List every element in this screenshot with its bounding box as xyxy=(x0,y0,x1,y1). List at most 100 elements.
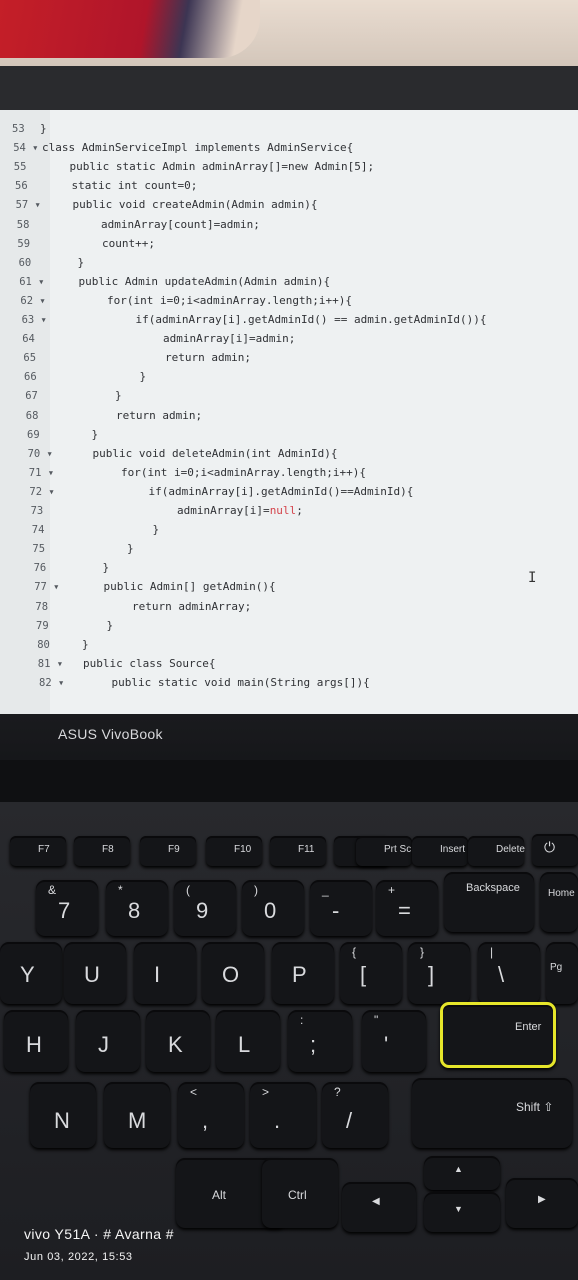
code-line: 80} xyxy=(0,636,578,654)
key-arrow-down[interactable]: ▼ xyxy=(424,1192,500,1232)
key-arrow-up[interactable]: ▲ xyxy=(424,1156,500,1190)
key--[interactable]: - _ xyxy=(310,880,372,936)
key-][interactable]: ]} xyxy=(408,942,470,1004)
key-label: O xyxy=(222,962,240,987)
key-f8[interactable]: F8 xyxy=(74,836,130,866)
key-label: 8 xyxy=(128,898,141,923)
key-label: / xyxy=(346,1108,353,1133)
key-label: L xyxy=(238,1032,251,1057)
key-backspace[interactable]: Backspace xyxy=(444,872,534,932)
key-h[interactable]: H xyxy=(4,1010,68,1072)
code-text: if(adminArray[i].getAdminId()==AdminId){ xyxy=(69,484,414,498)
code-text: } xyxy=(82,637,89,651)
line-number: 77 ▾ xyxy=(34,581,60,594)
key-enter[interactable]: Enter xyxy=(440,1002,556,1068)
line-number: 79 xyxy=(36,619,49,632)
key-pg[interactable]: Pg xyxy=(546,942,578,1004)
line-number: 76 xyxy=(33,562,47,575)
key-8[interactable]: 8 * xyxy=(106,880,168,936)
key-label: J xyxy=(98,1032,109,1057)
line-number: 71 ▾ xyxy=(28,466,55,479)
code-text: static int count=0; xyxy=(45,179,198,193)
code-text: } xyxy=(74,542,134,556)
key-ctrl[interactable]: Ctrl xyxy=(262,1158,338,1228)
key-prt-sc[interactable]: Prt Sc xyxy=(356,836,412,866)
key-home[interactable]: Home xyxy=(540,872,578,932)
line-number: 53 xyxy=(12,123,25,135)
line-number: 73 xyxy=(30,505,44,517)
key-0[interactable]: 0) xyxy=(242,880,304,936)
key-label: F9 xyxy=(168,844,180,855)
key-shift[interactable]: Shift ⇧ xyxy=(412,1078,572,1148)
line-number: 60 xyxy=(18,256,32,269)
key-arrow-right[interactable]: ▶ xyxy=(506,1178,578,1228)
line-number: 75 xyxy=(32,543,46,556)
code-text: class AdminServiceImpl implements AdminS… xyxy=(42,141,354,155)
key-label: 0 xyxy=(264,898,277,923)
code-line: 59 count++; xyxy=(0,235,578,253)
key-label: N xyxy=(54,1108,70,1133)
key-shift-label: < xyxy=(190,1085,198,1099)
key-delete[interactable]: Delete xyxy=(468,836,525,866)
code-text: count++; xyxy=(49,236,155,250)
key-label: Delete xyxy=(496,844,525,855)
key-n[interactable]: N xyxy=(30,1082,96,1148)
key-comma[interactable]: , < xyxy=(178,1082,244,1148)
key-label: 9 xyxy=(196,898,209,923)
line-number: 62 ▾ xyxy=(20,294,46,307)
key-backslash[interactable]: \ | xyxy=(478,942,540,1004)
code-line: 62 ▾ for(int i=0;i<adminArray.length;i++… xyxy=(0,292,578,310)
key-f10[interactable]: F10 xyxy=(206,836,262,866)
code-text: } xyxy=(60,370,147,384)
code-text: } xyxy=(80,618,114,632)
key-7[interactable]: 7 & xyxy=(36,880,98,936)
key-f11[interactable]: F11 xyxy=(270,836,326,866)
key-[[interactable]: [{ xyxy=(340,942,402,1004)
key-l[interactable]: L xyxy=(216,1010,280,1072)
key-slash[interactable]: /? xyxy=(322,1082,388,1148)
line-number: 67 xyxy=(25,390,38,403)
code-line: 75 } xyxy=(0,540,578,558)
key-label: - xyxy=(332,898,340,923)
code-line: 79 } xyxy=(0,617,578,635)
line-number: 80 xyxy=(37,638,50,651)
key-label: Home xyxy=(548,888,575,899)
line-number: 63 ▾ xyxy=(21,314,47,326)
key-m[interactable]: M xyxy=(104,1082,170,1148)
key-insert[interactable]: Insert xyxy=(412,836,468,866)
key-9[interactable]: 9( xyxy=(174,880,236,936)
key-label: . xyxy=(274,1108,281,1133)
key-label: ' xyxy=(384,1032,389,1057)
key-arrow-left[interactable]: ◀ xyxy=(342,1182,416,1232)
key-period[interactable]: . > xyxy=(250,1082,316,1148)
key-quote[interactable]: ' " xyxy=(362,1010,426,1072)
key-f7[interactable]: F7 xyxy=(10,836,66,866)
key-u[interactable]: U xyxy=(64,942,126,1004)
line-number: 65 xyxy=(23,352,37,365)
key-label: F10 xyxy=(234,844,252,855)
key-i[interactable]: I xyxy=(134,942,196,1004)
key-label: ◀ xyxy=(372,1196,380,1207)
key-j[interactable]: J xyxy=(76,1010,140,1072)
key-label: P xyxy=(292,962,307,987)
key-semicolon[interactable]: ;: xyxy=(288,1010,352,1072)
key-y[interactable]: Y xyxy=(0,942,62,1004)
line-number: 56 xyxy=(15,180,28,193)
code-text: } xyxy=(76,561,110,575)
key-shift-label: + xyxy=(388,883,396,897)
key-label: \ xyxy=(498,962,505,987)
code-line: 65 return admin; xyxy=(0,349,578,367)
key-shift-label: > xyxy=(262,1085,270,1099)
camera-watermark-device: vivo Y51A · # Avarna # xyxy=(24,1226,174,1242)
line-number: 59 xyxy=(17,237,31,250)
code-text: public static void main(String args[]){ xyxy=(85,675,370,689)
key-label: F8 xyxy=(102,844,114,855)
code-line: 82 ▾ public static void main(String args… xyxy=(0,674,578,692)
key-k[interactable]: K xyxy=(146,1010,210,1072)
key-o[interactable]: O xyxy=(202,942,264,1004)
key-p[interactable]: P xyxy=(272,942,334,1004)
key-f9[interactable]: F9 xyxy=(140,836,196,866)
key-label: ] xyxy=(428,962,435,987)
key-=[interactable]: = + xyxy=(376,880,438,936)
code-line: 56 static int count=0; xyxy=(0,177,578,195)
